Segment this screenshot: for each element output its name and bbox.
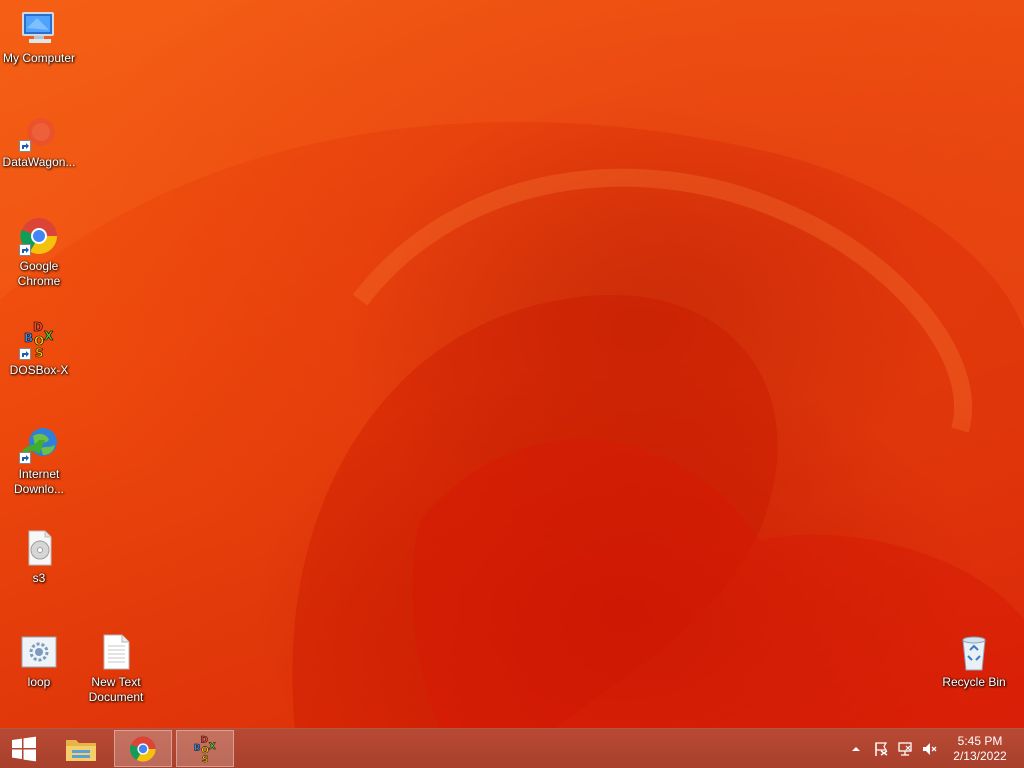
desktop-icon-internet-download-manager[interactable]: Internet Downlo... bbox=[0, 424, 78, 497]
taskbar: D B O X S 5:45 PM 2/13/2022 bbox=[0, 728, 1024, 768]
svg-text:X: X bbox=[209, 742, 216, 752]
svg-text:D: D bbox=[33, 320, 43, 334]
desktop-icon-label: DataWagon... bbox=[2, 155, 76, 169]
desktop-icon-recycle-bin[interactable]: Recycle Bin bbox=[935, 632, 1013, 690]
desktop[interactable]: My Computer DataWagon... Google Chrome D… bbox=[0, 0, 1024, 768]
shortcut-arrow-icon bbox=[19, 452, 31, 464]
desktop-icon-new-text-document[interactable]: New Text Document bbox=[77, 632, 155, 705]
desktop-icon-my-computer[interactable]: My Computer bbox=[0, 8, 78, 66]
desktop-icon-loop[interactable]: loop bbox=[0, 632, 78, 690]
desktop-icon-google-chrome[interactable]: Google Chrome bbox=[0, 216, 78, 289]
clock-date: 2/13/2022 bbox=[953, 749, 1007, 763]
folder-icon bbox=[66, 739, 96, 761]
svg-text:X: X bbox=[44, 329, 54, 343]
desktop-icon-label: Recycle Bin bbox=[942, 675, 1006, 689]
taskbar-file-explorer[interactable] bbox=[52, 730, 110, 767]
shortcut-arrow-icon bbox=[19, 140, 31, 152]
system-tray: 5:45 PM 2/13/2022 bbox=[840, 729, 1024, 768]
text-document-icon bbox=[96, 632, 136, 672]
action-center-flag-icon[interactable] bbox=[873, 741, 889, 757]
desktop-icon-s3[interactable]: s3 bbox=[0, 528, 78, 586]
taskbar-dosbox-x[interactable]: D B O X S bbox=[176, 730, 234, 767]
desktop-icon-label: Internet Downlo... bbox=[13, 467, 65, 496]
desktop-icon-dosbox-x[interactable]: D B O X S DOSBox-X bbox=[0, 320, 78, 378]
desktop-icon-datawagon[interactable]: DataWagon... bbox=[0, 112, 78, 170]
datawagon-icon bbox=[19, 112, 59, 152]
svg-text:B: B bbox=[24, 331, 33, 345]
recycle-bin-icon bbox=[954, 632, 994, 672]
shortcut-arrow-icon bbox=[19, 348, 31, 360]
svg-text:D: D bbox=[201, 735, 208, 745]
desktop-icon-label: New Text Document bbox=[88, 675, 144, 704]
svg-text:S: S bbox=[35, 346, 44, 360]
chrome-icon bbox=[19, 216, 59, 256]
idm-globe-icon bbox=[19, 424, 59, 464]
show-hidden-icons-chevron-up-icon[interactable] bbox=[848, 741, 864, 757]
dosbox-icon: D B O X S bbox=[194, 735, 216, 765]
clock-time: 5:45 PM bbox=[957, 734, 1003, 748]
start-button[interactable] bbox=[0, 730, 48, 767]
taskbar-clock[interactable]: 5:45 PM 2/13/2022 bbox=[948, 734, 1012, 764]
volume-muted-icon[interactable] bbox=[921, 741, 937, 757]
chrome-icon bbox=[130, 735, 156, 762]
settings-file-icon bbox=[19, 632, 59, 672]
svg-text:B: B bbox=[194, 743, 201, 753]
desktop-icon-label: My Computer bbox=[2, 51, 76, 65]
svg-text:S: S bbox=[202, 754, 208, 764]
desktop-icon-label: DOSBox-X bbox=[9, 363, 69, 377]
taskbar-google-chrome[interactable] bbox=[114, 730, 172, 767]
dosbox-icon: D B O X S bbox=[19, 320, 59, 360]
disc-image-file-icon bbox=[19, 528, 59, 568]
windows-logo-icon bbox=[12, 736, 36, 761]
shortcut-arrow-icon bbox=[19, 244, 31, 256]
desktop-icon-label: s3 bbox=[32, 571, 46, 585]
desktop-icon-label: Google Chrome bbox=[17, 259, 61, 288]
computer-icon bbox=[19, 8, 59, 48]
network-icon[interactable] bbox=[897, 741, 913, 757]
desktop-icon-label: loop bbox=[27, 675, 51, 689]
